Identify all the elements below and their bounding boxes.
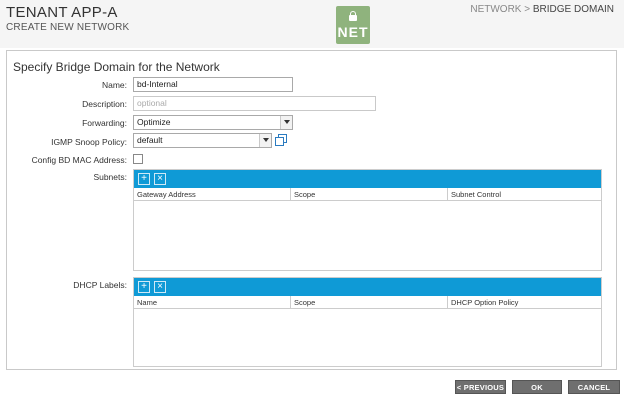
igmp-value: default xyxy=(137,135,163,145)
delete-icon[interactable]: × xyxy=(154,281,166,293)
config-mac-checkbox[interactable] xyxy=(133,154,143,164)
subnets-label: Subnets: xyxy=(93,172,127,182)
forwarding-label: Forwarding: xyxy=(82,118,127,128)
subnets-table: + × Gateway Address Scope Subnet Control xyxy=(133,169,602,271)
bridge-domain-panel: Specify Bridge Domain for the Network Na… xyxy=(6,50,617,370)
previous-button[interactable]: < PREVIOUS xyxy=(455,380,506,394)
add-icon[interactable]: + xyxy=(138,173,150,185)
column-header[interactable]: Scope xyxy=(291,188,448,201)
breadcrumb: NETWORK > BRIDGE DOMAIN xyxy=(470,4,614,15)
breadcrumb-current: BRIDGE DOMAIN xyxy=(532,4,614,15)
ok-button[interactable]: OK xyxy=(512,380,562,394)
column-header[interactable]: Gateway Address xyxy=(134,188,291,201)
dhcp-toolbar: + × xyxy=(134,278,601,296)
forwarding-select[interactable]: Optimize xyxy=(133,115,293,130)
subnets-toolbar: + × xyxy=(134,170,601,188)
page-header: TENANT APP-A CREATE NEW NETWORK NET NETW… xyxy=(0,0,624,48)
column-header[interactable]: Subnet Control xyxy=(448,188,601,201)
description-input[interactable]: optional xyxy=(133,96,376,111)
add-icon[interactable]: + xyxy=(138,281,150,293)
logo-text: NET xyxy=(337,24,369,40)
net-logo: NET xyxy=(336,6,370,44)
page-title: TENANT APP-A xyxy=(6,4,118,21)
copy-icon[interactable] xyxy=(275,134,287,146)
dhcp-header: Name Scope DHCP Option Policy xyxy=(134,296,601,309)
description-label: Description: xyxy=(82,99,127,109)
name-label: Name: xyxy=(101,80,127,90)
column-header[interactable]: Scope xyxy=(291,296,448,309)
page-subtitle: CREATE NEW NETWORK xyxy=(6,22,130,33)
subnets-header: Gateway Address Scope Subnet Control xyxy=(134,188,601,201)
dhcp-table: + × Name Scope DHCP Option Policy xyxy=(133,277,602,367)
config-mac-label: Config BD MAC Address: xyxy=(31,155,127,165)
delete-icon[interactable]: × xyxy=(154,173,166,185)
column-header[interactable]: Name xyxy=(134,296,291,309)
cancel-button[interactable]: CANCEL xyxy=(568,380,620,394)
dhcp-label: DHCP Labels: xyxy=(73,280,127,290)
breadcrumb-separator: > xyxy=(524,4,531,15)
column-header[interactable]: DHCP Option Policy xyxy=(448,296,601,309)
lock-icon xyxy=(349,11,357,21)
igmp-label: IGMP Snoop Policy: xyxy=(51,137,127,147)
forwarding-value: Optimize xyxy=(137,117,171,127)
breadcrumb-parent[interactable]: NETWORK xyxy=(470,4,521,15)
chevron-down-icon[interactable] xyxy=(259,134,271,147)
chevron-down-icon[interactable] xyxy=(280,116,292,129)
name-input[interactable]: bd-Internal xyxy=(133,77,293,92)
igmp-select[interactable]: default xyxy=(133,133,272,148)
panel-title: Specify Bridge Domain for the Network xyxy=(13,60,220,74)
